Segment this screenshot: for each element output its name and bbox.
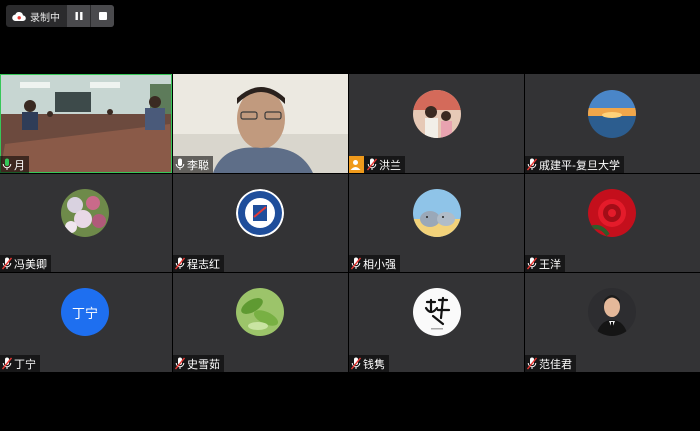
participant-name-tag: 丁宁	[0, 355, 40, 372]
mic-muted-icon	[526, 158, 538, 171]
participant-tile[interactable]: 王洋	[525, 174, 700, 272]
participant-avatar	[413, 288, 461, 336]
host-user-icon	[349, 156, 364, 173]
participant-name-tag: 范佳君	[525, 355, 576, 372]
recording-indicator: 录制中	[6, 5, 114, 27]
participant-tile[interactable]: 丁宁 丁宁	[0, 273, 172, 372]
stop-recording-button[interactable]	[90, 5, 114, 27]
participant-name-tag: 程志红	[173, 255, 224, 272]
mic-on-icon	[175, 158, 185, 171]
participant-name-tag: 冯美卿	[0, 255, 51, 272]
participant-avatar	[588, 90, 636, 138]
participant-avatar	[413, 90, 461, 138]
participant-avatar	[413, 189, 461, 237]
participant-tile[interactable]: 戚建平-复旦大学	[525, 74, 700, 173]
participant-tile[interactable]: 冯美卿	[0, 174, 172, 272]
participant-name-tag: 史雪茹	[173, 355, 224, 372]
participant-name-tag: 相小强	[349, 255, 400, 272]
participant-tile[interactable]: 李聪	[173, 74, 348, 173]
stop-icon	[98, 12, 107, 20]
participant-tile[interactable]: 史雪茹	[173, 273, 348, 372]
cloud-record-icon	[11, 10, 27, 22]
mic-muted-icon	[366, 158, 378, 171]
mic-muted-icon	[350, 357, 362, 370]
participant-tile[interactable]: 洪兰	[349, 74, 524, 173]
mic-muted-icon	[350, 257, 362, 270]
participant-name-tag: 洪兰	[349, 156, 405, 173]
participant-tile[interactable]: 范佳君	[525, 273, 700, 372]
participant-avatar	[61, 189, 109, 237]
mic-muted-icon	[526, 357, 538, 370]
mic-muted-icon	[174, 357, 186, 370]
participant-avatar	[236, 288, 284, 336]
recording-label: 录制中	[30, 12, 60, 24]
mic-muted-icon	[1, 257, 13, 270]
participant-avatar	[588, 288, 636, 336]
mic-on-icon	[2, 158, 12, 171]
pause-icon	[75, 12, 82, 20]
participant-name-tag: 王洋	[525, 255, 565, 272]
participant-tile[interactable]: 程志红	[173, 174, 348, 272]
participant-tile[interactable]: 相小强	[349, 174, 524, 272]
participant-avatar	[588, 189, 636, 237]
mic-muted-icon	[1, 357, 13, 370]
participant-name-tag: 月	[0, 156, 29, 173]
participant-name-tag: 钱隽	[349, 355, 389, 372]
participant-avatar: 丁宁	[61, 288, 109, 336]
participant-name-tag: 戚建平-复旦大学	[525, 156, 624, 173]
participant-tile[interactable]: 钱隽	[349, 273, 524, 372]
participant-tile[interactable]: 月	[0, 74, 172, 173]
mic-muted-icon	[174, 257, 186, 270]
participant-avatar	[236, 189, 284, 237]
mic-muted-icon	[526, 257, 538, 270]
participant-grid: 月 李聪 洪兰 戚建平-复旦大学 冯美卿 程志红 相小强 王洋 丁宁 丁宁 史雪…	[0, 74, 700, 372]
pause-recording-button[interactable]	[66, 5, 90, 27]
participant-name-tag: 李聪	[173, 156, 213, 173]
